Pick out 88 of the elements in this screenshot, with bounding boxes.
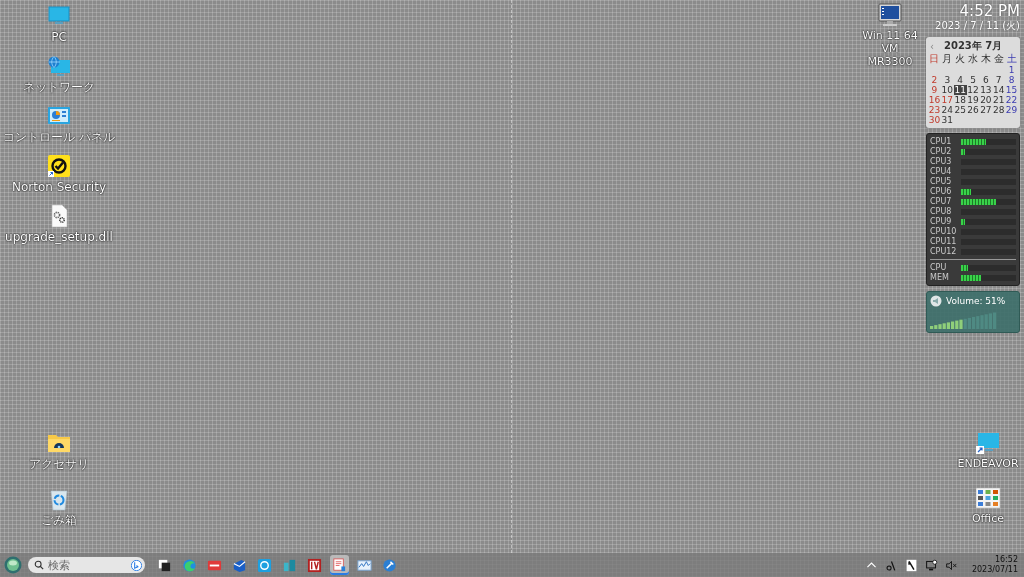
calendar-day[interactable]: 6 — [979, 75, 993, 85]
meter-label: CPU1 — [930, 137, 953, 146]
calendar-day[interactable]: 29 — [1005, 105, 1018, 115]
calendar-day[interactable]: 25 — [953, 105, 967, 115]
start-button-icon[interactable] — [4, 556, 22, 574]
meter-label: CPU6 — [930, 187, 953, 196]
calendar-day[interactable]: 13 — [979, 85, 993, 95]
graph-app-icon — [357, 557, 372, 573]
mail-app-icon — [232, 557, 247, 573]
month-title: 2023年 7月 — [944, 39, 1003, 53]
meter-label: CPU10 — [930, 227, 958, 236]
meter-label: CPU12 — [930, 247, 958, 256]
volume-label: Volume: 51% — [946, 296, 1006, 306]
bars-app-icon — [282, 557, 297, 573]
calendar-day[interactable]: 24 — [940, 105, 954, 115]
search-icon — [34, 560, 44, 570]
weekday-label: 水 — [967, 53, 979, 65]
calendar-day[interactable]: 14 — [992, 85, 1006, 95]
monitor-icon[interactable] — [878, 3, 902, 27]
calendar-day[interactable]: 4 — [953, 75, 967, 85]
weekday-label: 火 — [954, 53, 967, 65]
icon-label: アクセサリ — [29, 457, 89, 471]
calendar-day[interactable]: 27 — [979, 105, 993, 115]
icon-label: Norton Security — [12, 180, 106, 194]
meter-label: CPU5 — [930, 177, 953, 186]
icon-label: PC — [51, 30, 67, 44]
meter-label: CPU7 — [930, 197, 953, 206]
ring-app-icon — [257, 557, 272, 573]
calendar-day[interactable]: 30 — [928, 115, 941, 125]
meter-label: CPU3 — [930, 157, 953, 166]
meter-label: CPU — [930, 263, 948, 272]
bing-icon[interactable] — [131, 559, 142, 571]
meter-label: CPU9 — [930, 217, 953, 226]
meter-label: CPU8 — [930, 207, 953, 216]
icon-label: upgrade_setup.dll — [5, 230, 113, 244]
icon-label: Win 11 64 VM MR3300 — [861, 29, 919, 68]
overlapping-squares-icon — [157, 557, 172, 573]
calendar-day[interactable]: 9 — [928, 85, 941, 95]
calendar-day[interactable]: 12 — [966, 85, 980, 95]
taskbar-time[interactable]: 16:52 — [994, 555, 1018, 565]
icon-label: ENDEAVOR — [957, 457, 1019, 470]
meter-label: CPU11 — [930, 237, 958, 246]
clock-date: 2023 / 7 / 11 (火) — [935, 20, 1020, 32]
app-grid-icon[interactable] — [976, 486, 1000, 510]
calendar-day[interactable]: 22 — [1005, 95, 1018, 105]
recycle-bin-icon[interactable] — [47, 487, 71, 511]
search-input[interactable]: 検索 — [48, 558, 127, 572]
calendar-day[interactable]: 19 — [966, 95, 980, 105]
weekday-label: 日 — [928, 53, 941, 65]
taskbar-date[interactable]: 2023/07/11 — [971, 565, 1018, 575]
calendar-day[interactable]: 15 — [1005, 85, 1018, 95]
meter-label: CPU2 — [930, 147, 953, 156]
calendar-day[interactable]: 7 — [992, 75, 1006, 85]
letters-app-icon — [307, 557, 322, 573]
calendar-day[interactable]: 11 — [953, 85, 967, 95]
calendar-day[interactable]: 23 — [928, 105, 941, 115]
calendar-day[interactable]: 1 — [1005, 65, 1018, 75]
meter-label: CPU4 — [930, 167, 953, 176]
speaker-muted-icon[interactable] — [944, 558, 958, 572]
clock-time: 4:52 PM — [959, 2, 1020, 20]
weekday-label: 木 — [979, 53, 992, 65]
wrench-app-icon — [382, 557, 397, 573]
calendar-day[interactable]: 21 — [992, 95, 1006, 105]
tray-app-icon[interactable] — [904, 558, 918, 572]
calendar-day[interactable]: 16 — [928, 95, 941, 105]
calendar-day[interactable]: 26 — [966, 105, 980, 115]
checkmark-icon[interactable] — [47, 154, 71, 178]
search-bar[interactable]: 検索 — [28, 557, 145, 573]
calendar-day[interactable]: 2 — [928, 75, 941, 85]
calendar-day[interactable]: 17 — [940, 95, 954, 105]
calendar-day[interactable]: 31 — [940, 115, 954, 125]
calendar-day[interactable]: 10 — [940, 85, 954, 95]
monitor-icon[interactable] — [976, 431, 1000, 455]
calendar-day[interactable]: 28 — [992, 105, 1006, 115]
calendar-day[interactable]: 20 — [979, 95, 993, 105]
weekday-label: 金 — [992, 53, 1005, 65]
volume-level-bars[interactable] — [930, 311, 998, 329]
speaker-icon — [930, 295, 942, 307]
document-app-icon — [332, 557, 347, 573]
calendar-day[interactable]: 8 — [1005, 75, 1018, 85]
calendar-day[interactable]: 18 — [953, 95, 967, 105]
calendar-day[interactable]: 5 — [966, 75, 980, 85]
meter-label: MEM — [930, 273, 950, 282]
calendar-day[interactable]: 3 — [940, 75, 954, 85]
weekday-label: 月 — [941, 53, 954, 65]
network-icon[interactable] — [924, 558, 938, 572]
weekday-label: 土 — [1005, 53, 1018, 65]
icon-label: Office — [971, 512, 1005, 525]
